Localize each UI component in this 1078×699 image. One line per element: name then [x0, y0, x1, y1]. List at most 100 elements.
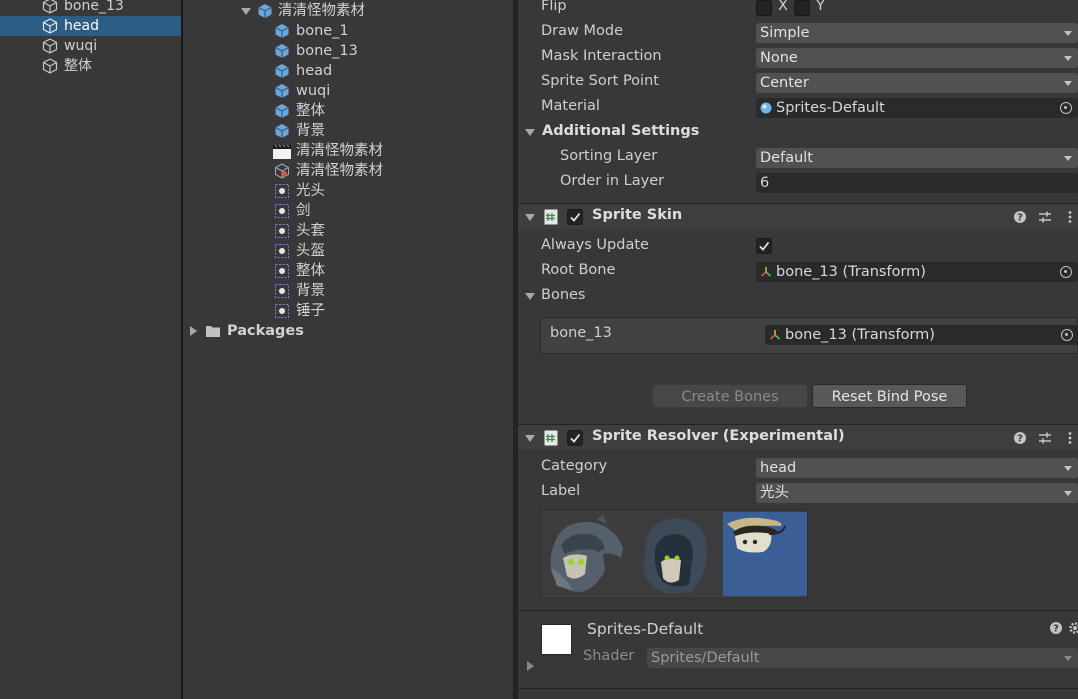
- gameobject-icon: [42, 0, 58, 14]
- project-item-label: head: [296, 63, 333, 79]
- sprite-thumbnail-helmet[interactable]: [543, 512, 627, 596]
- category-dropdown[interactable]: head: [756, 458, 1078, 478]
- chevron-down-icon: [1064, 81, 1072, 86]
- project-item-label: bone_13: [296, 43, 358, 59]
- foldout-collapsed-icon[interactable]: [190, 326, 197, 336]
- chevron-down-icon: [1064, 156, 1072, 161]
- foldout-expanded-icon[interactable]: [525, 293, 535, 300]
- order-in-layer-label: Order in Layer: [560, 173, 665, 189]
- project-folder-label: 清清怪物素材: [278, 3, 365, 19]
- root-bone-field[interactable]: bone_13 (Transform): [756, 262, 1078, 282]
- presets-icon[interactable]: [1038, 210, 1052, 224]
- hierarchy-item-zhengti[interactable]: 整体: [0, 56, 181, 76]
- project-item-label: 光头: [296, 183, 325, 199]
- prefab-cube-icon: [275, 104, 289, 118]
- sprite-skin-enabled-checkbox[interactable]: [567, 209, 583, 225]
- project-item-label: 整体: [296, 103, 325, 119]
- hierarchy-item-label: head: [64, 18, 99, 34]
- material-preview-swatch: [541, 624, 572, 655]
- category-label: Category: [541, 458, 608, 474]
- gear-icon[interactable]: [1068, 621, 1078, 635]
- chevron-down-icon: [1064, 491, 1072, 496]
- material-field[interactable]: Sprites-Default: [756, 98, 1078, 118]
- order-in-layer-value: 6: [760, 175, 770, 191]
- sprite-icon: [275, 204, 289, 218]
- material-sphere-icon: [760, 102, 772, 114]
- sprite-skin-header[interactable]: Sprite Skin ?: [518, 203, 1078, 229]
- mask-interaction-dropdown[interactable]: None: [756, 48, 1078, 68]
- project-item[interactable]: wuqi: [183, 81, 513, 101]
- project-item[interactable]: 光头: [183, 181, 513, 201]
- sprite-resolver-header[interactable]: Sprite Resolver (Experimental) ?: [518, 424, 1078, 450]
- sprite-resolver-enabled-checkbox[interactable]: [567, 430, 583, 446]
- sprite-sort-point-dropdown[interactable]: Center: [756, 73, 1078, 93]
- project-folder-packages[interactable]: Packages: [183, 321, 513, 341]
- create-bones-button[interactable]: Create Bones: [652, 384, 808, 408]
- additional-settings-title[interactable]: Additional Settings: [542, 123, 699, 139]
- root-bone-label: Root Bone: [541, 262, 616, 278]
- project-item[interactable]: bone_13: [183, 41, 513, 61]
- object-picker-icon[interactable]: [1061, 329, 1073, 341]
- sprite-thumbnail-hood[interactable]: [631, 512, 715, 596]
- label-value: 光头: [760, 485, 789, 501]
- kebab-menu-icon[interactable]: [1063, 431, 1077, 445]
- project-item[interactable]: 锤子: [183, 301, 513, 321]
- object-picker-icon[interactable]: [1060, 102, 1072, 114]
- draw-mode-dropdown[interactable]: Simple: [756, 23, 1078, 43]
- foldout-expanded-icon[interactable]: [525, 129, 535, 136]
- label-dropdown[interactable]: 光头: [756, 483, 1078, 503]
- help-icon[interactable]: ?: [1049, 621, 1063, 635]
- foldout-expanded-icon[interactable]: [241, 8, 251, 15]
- flip-x-label: X: [778, 0, 788, 14]
- reset-bind-pose-button[interactable]: Reset Bind Pose: [812, 384, 967, 408]
- sprite-icon: [275, 284, 289, 298]
- sprite-thumbnail-bald-selected[interactable]: [723, 512, 807, 596]
- shader-dropdown[interactable]: Sprites/Default: [647, 648, 1078, 668]
- project-item-label: 清清怪物素材: [296, 143, 383, 159]
- always-update-checkbox[interactable]: [756, 238, 772, 254]
- project-item[interactable]: bone_1: [183, 21, 513, 41]
- project-item[interactable]: 头盔: [183, 241, 513, 261]
- always-update-label: Always Update: [541, 237, 649, 253]
- project-item-label: 清清怪物素材: [296, 163, 383, 179]
- project-item[interactable]: head: [183, 61, 513, 81]
- project-item[interactable]: 头套: [183, 221, 513, 241]
- gameobject-icon: [42, 18, 58, 34]
- kebab-menu-icon[interactable]: [1063, 210, 1077, 224]
- foldout-collapsed-icon[interactable]: [527, 661, 534, 671]
- project-item[interactable]: 清清怪物素材: [183, 161, 513, 181]
- help-icon[interactable]: ?: [1013, 431, 1027, 445]
- sprite-skin-title: Sprite Skin: [592, 207, 683, 223]
- sprite-icon: [275, 184, 289, 198]
- help-icon[interactable]: ?: [1013, 210, 1027, 224]
- sprite-thumbnail-grid: [540, 509, 808, 599]
- project-item[interactable]: 整体: [183, 101, 513, 121]
- project-item-label: 背景: [296, 123, 325, 139]
- project-item[interactable]: 清清怪物素材: [183, 141, 513, 161]
- gameobject-icon: [42, 38, 58, 54]
- hierarchy-item-bone13[interactable]: bone_13: [0, 0, 181, 16]
- hierarchy-item-head[interactable]: head: [0, 16, 181, 36]
- object-picker-icon[interactable]: [1060, 266, 1072, 278]
- order-in-layer-input[interactable]: 6: [756, 173, 1078, 193]
- hierarchy-item-wuqi[interactable]: wuqi: [0, 36, 181, 56]
- presets-icon[interactable]: [1038, 431, 1052, 445]
- foldout-expanded-icon[interactable]: [525, 435, 535, 442]
- flip-x-checkbox[interactable]: [756, 0, 772, 16]
- project-item[interactable]: 整体: [183, 261, 513, 281]
- project-item[interactable]: 背景: [183, 121, 513, 141]
- project-item-label: 整体: [296, 263, 325, 279]
- flip-y-checkbox[interactable]: [794, 0, 810, 16]
- sorting-layer-dropdown[interactable]: Default: [756, 148, 1078, 168]
- bone-transform-field[interactable]: bone_13 (Transform): [765, 325, 1078, 345]
- foldout-expanded-icon[interactable]: [525, 214, 535, 221]
- category-value: head: [760, 460, 797, 476]
- project-item-label: 头盔: [296, 243, 325, 259]
- section-divider: [518, 688, 1078, 689]
- project-item[interactable]: 背景: [183, 281, 513, 301]
- sprite-icon: [275, 224, 289, 238]
- project-item[interactable]: 剑: [183, 201, 513, 221]
- project-folder-root[interactable]: 清清怪物素材: [183, 1, 513, 21]
- project-item-label: 剑: [296, 203, 311, 219]
- bones-label[interactable]: Bones: [541, 287, 585, 303]
